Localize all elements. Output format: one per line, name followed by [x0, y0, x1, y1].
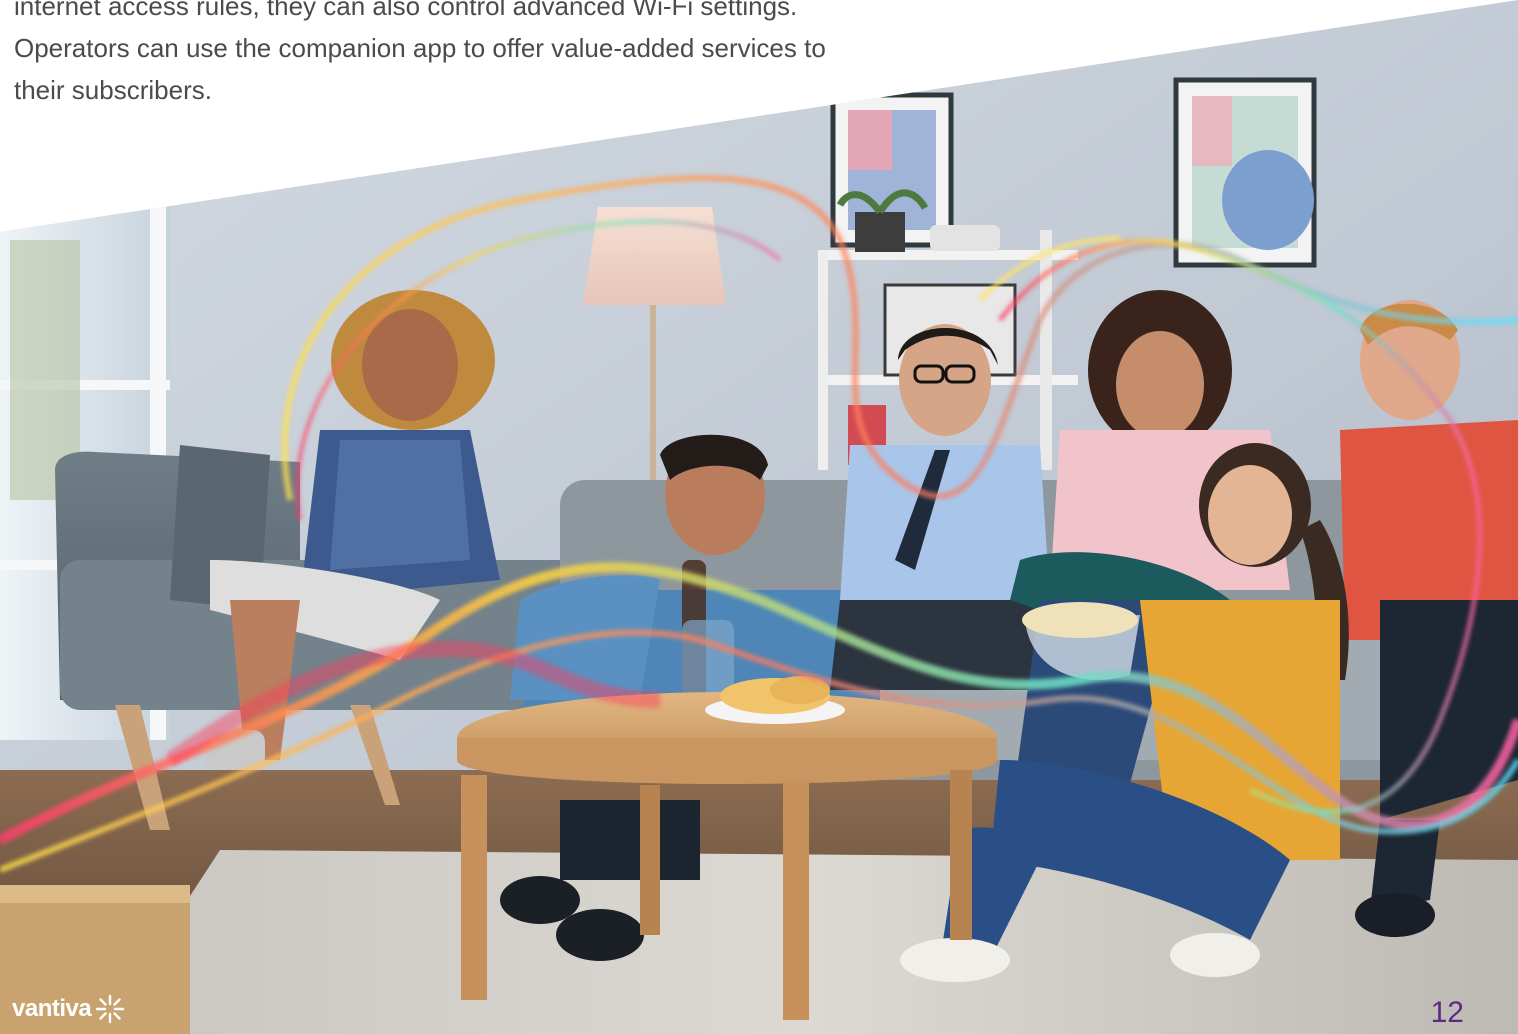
starburst-icon — [96, 994, 125, 1024]
body-text-line: Operators can use the companion app to o… — [14, 33, 826, 63]
body-text: internet access rules, they can also con… — [14, 0, 934, 111]
hero-photo — [0, 0, 1518, 1034]
body-text-line: their subscribers. — [14, 75, 212, 105]
logo-wordmark: vantiva — [12, 995, 92, 1022]
body-text-line: internet access rules, they can also con… — [14, 0, 798, 21]
brand-logo: vantiva — [12, 994, 125, 1024]
page-number: 12 — [1430, 996, 1464, 1029]
